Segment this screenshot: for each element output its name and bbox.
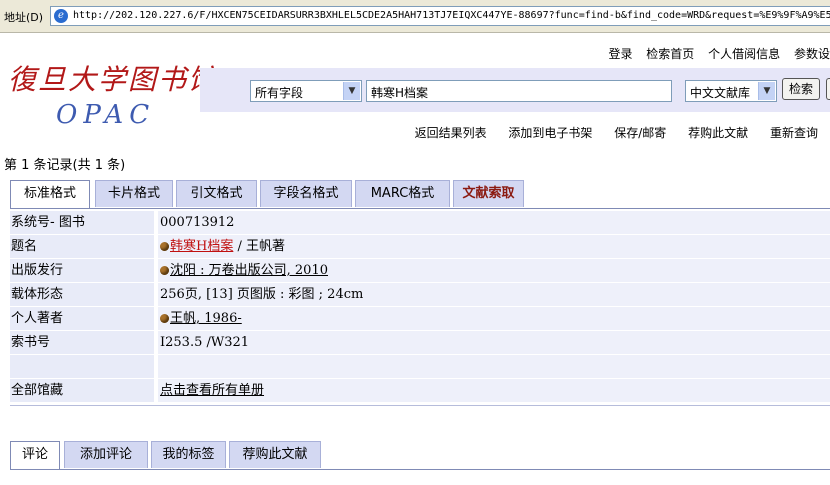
empty-label: [10, 355, 154, 378]
table-row: 系统号- 图书 000713912: [10, 211, 830, 236]
search-home-link[interactable]: 检索首页: [646, 47, 694, 61]
table-row: 个人著者 王帆, 1986-: [10, 307, 830, 332]
table-row: 全部馆藏 点击查看所有单册: [10, 379, 830, 404]
tab-card-format[interactable]: 卡片格式: [95, 180, 173, 207]
action-links: 返回结果列表 添加到电子书架 保存/邮寄 荐购此文献 重新查询: [397, 124, 818, 141]
opac-logo[interactable]: OPAC: [56, 100, 155, 130]
settings-link[interactable]: 参数设: [794, 47, 830, 61]
record-table: 系统号- 图书 000713912 题名 韩寒H档案 / 王帆著 出版发行 沈阳…: [10, 208, 830, 406]
table-row: 题名 韩寒H档案 / 王帆著: [10, 235, 830, 260]
system-number-value: 000713912: [158, 211, 830, 234]
tab-citation-format[interactable]: 引文格式: [176, 180, 257, 207]
field-label: 系统号- 图书: [10, 211, 154, 234]
top-links: 登录 检索首页 个人借阅信息 参数设: [598, 45, 830, 62]
tab-comments[interactable]: 评论: [10, 441, 60, 470]
tab-my-tags[interactable]: 我的标签: [151, 441, 226, 468]
table-row: 索书号 I253.5 /W321: [10, 331, 830, 356]
tab-recommend-purchase[interactable]: 荐购此文献: [229, 441, 321, 468]
view-all-items-link[interactable]: 点击查看所有单册: [160, 383, 264, 398]
divider: [10, 469, 830, 470]
tab-document-request[interactable]: 文献索取: [453, 180, 524, 207]
field-select[interactable]: 所有字段 ▼: [250, 80, 362, 102]
chevron-down-icon[interactable]: ▼: [758, 82, 775, 100]
field-label: 个人著者: [10, 307, 154, 330]
new-search-link[interactable]: 重新查询: [770, 126, 818, 140]
publisher-link[interactable]: 沈阳 : 万卷出版公司, 2010: [170, 263, 328, 278]
search-bar: 所有字段 ▼ 韩寒H档案 中文文献库 ▼ 检索: [200, 68, 830, 112]
title-responsibility: / 王帆著: [233, 239, 285, 254]
field-select-value: 所有字段: [255, 86, 304, 100]
address-bar: 地址(D) e http://202.120.227.6/F/HXCEN75CE…: [0, 0, 830, 33]
database-select[interactable]: 中文文献库 ▼: [685, 80, 777, 102]
holdings-value: 点击查看所有单册: [158, 379, 830, 402]
recommend-purchase-link[interactable]: 荐购此文献: [688, 126, 748, 140]
login-link[interactable]: 登录: [608, 47, 632, 61]
bullet-icon: [160, 314, 169, 323]
field-label: 索书号: [10, 331, 154, 354]
record-count: 第 1 条记录(共 1 条): [4, 158, 126, 173]
address-label: 地址(D): [4, 11, 44, 24]
address-input[interactable]: e http://202.120.227.6/F/HXCEN75CEIDARSU…: [50, 6, 830, 26]
tab-field-name-format[interactable]: 字段名格式: [260, 180, 352, 207]
secondary-button[interactable]: [826, 78, 830, 100]
table-row: 载体形态 256页, [13] 页图版 : 彩图 ; 24cm: [10, 283, 830, 308]
author-link[interactable]: 王帆, 1986-: [170, 311, 242, 326]
tab-standard-format[interactable]: 标准格式: [10, 180, 90, 209]
address-url[interactable]: http://202.120.227.6/F/HXCEN75CEIDARSURR…: [73, 10, 830, 21]
table-row: [10, 355, 830, 380]
ie-page-icon: e: [54, 9, 68, 23]
physical-description-value: 256页, [13] 页图版 : 彩图 ; 24cm: [158, 283, 830, 306]
publication-value: 沈阳 : 万卷出版公司, 2010: [158, 259, 830, 282]
empty-value: [158, 355, 830, 378]
author-value: 王帆, 1986-: [158, 307, 830, 330]
title-link[interactable]: 韩寒H档案: [170, 239, 233, 254]
tab-marc-format[interactable]: MARC格式: [355, 180, 450, 207]
field-label: 全部馆藏: [10, 379, 154, 402]
save-mail-link[interactable]: 保存/邮寄: [614, 126, 666, 140]
call-number-value: I253.5 /W321: [158, 331, 830, 354]
database-select-value: 中文文献库: [690, 86, 751, 100]
back-to-results-link[interactable]: 返回结果列表: [415, 126, 487, 140]
search-button[interactable]: 检索: [782, 78, 820, 100]
field-label: 出版发行: [10, 259, 154, 282]
library-logo[interactable]: 復旦大学图书馆: [8, 58, 218, 98]
bullet-icon: [160, 266, 169, 275]
title-value: 韩寒H档案 / 王帆著: [158, 235, 830, 258]
field-label: 载体形态: [10, 283, 154, 306]
add-to-bookshelf-link[interactable]: 添加到电子书架: [508, 126, 592, 140]
table-row: 出版发行 沈阳 : 万卷出版公司, 2010: [10, 259, 830, 284]
my-borrowing-link[interactable]: 个人借阅信息: [708, 47, 780, 61]
bullet-icon: [160, 242, 169, 251]
search-input[interactable]: 韩寒H档案: [366, 80, 672, 102]
tab-add-comment[interactable]: 添加评论: [64, 441, 148, 468]
chevron-down-icon[interactable]: ▼: [343, 82, 360, 100]
field-label: 题名: [10, 235, 154, 258]
